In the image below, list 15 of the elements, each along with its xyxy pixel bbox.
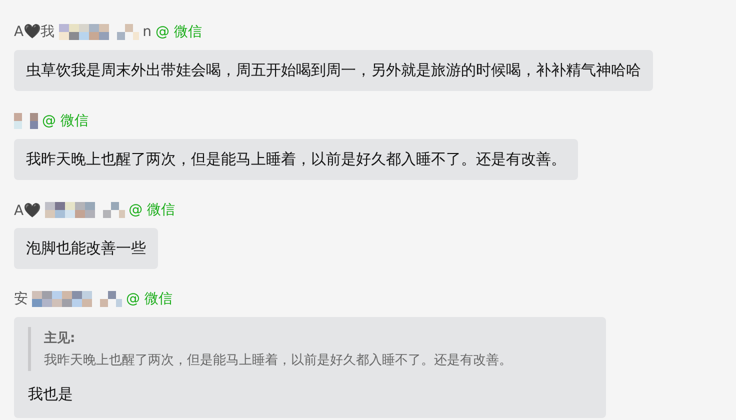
sender-name: n xyxy=(142,24,152,40)
sender-name: A🖤我 xyxy=(14,23,55,41)
source-label: @ 微信 xyxy=(42,112,88,130)
message-text: 我昨天晚上也醒了两次，但是能马上睡着，以前是好久都入睡不了。还是有改善。 xyxy=(26,150,566,169)
message-text: 我也是 xyxy=(28,385,74,404)
quote-author: 主见: xyxy=(44,330,76,347)
source-label: @ 微信 xyxy=(155,23,202,41)
source-label: @ 微信 xyxy=(128,201,176,219)
message-text: 虫草饮我是周末外出带娃会喝，周五开始喝到周一，另外就是旅游的时候喝，补补精气神哈哈 xyxy=(26,61,641,80)
pixelated-name-drawing xyxy=(14,113,38,129)
source-label: @ 微信 xyxy=(126,290,172,308)
sender-name: A🖤 xyxy=(14,202,41,218)
message-text: 泡脚也能改善一些 xyxy=(26,239,146,258)
quote-text: 我昨天晚上也醒了两次，但是能马上睡着，以前是好久都入睡不了。还是有改善。 xyxy=(44,352,513,369)
sender-name: 安 xyxy=(14,290,28,308)
